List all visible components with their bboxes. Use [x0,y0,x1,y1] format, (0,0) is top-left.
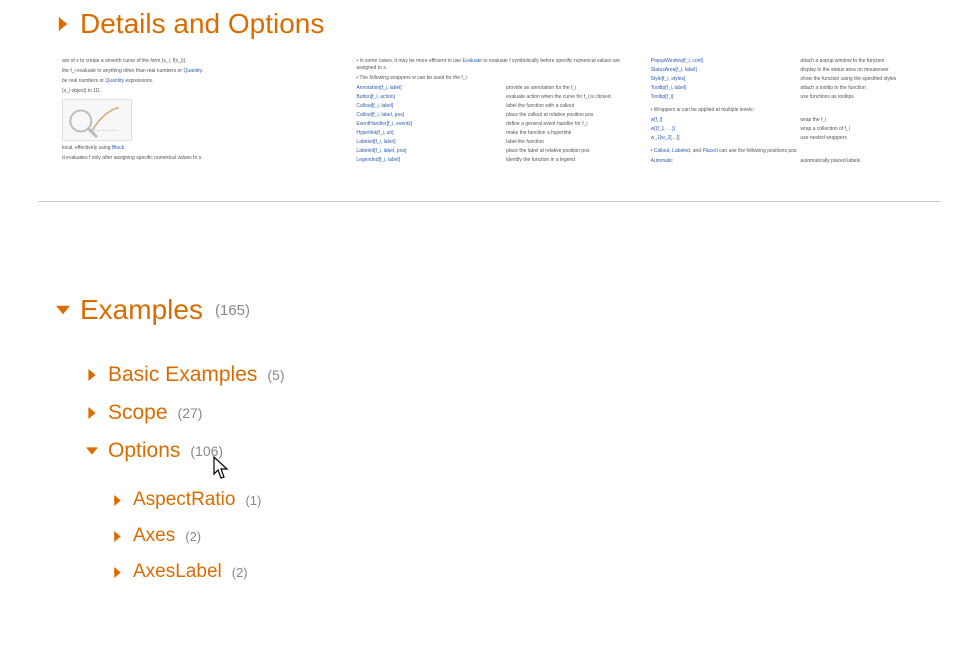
examples-title: Examples [80,294,203,326]
wrapper-row: Style[f_i, styles]show the function usin… [651,76,923,83]
chevron-right-icon [86,369,98,381]
axes-title: Axes [133,525,175,547]
evaluate-link[interactable]: Evaluate [462,58,481,64]
details-col-1: are of s to create a smooth curve of the… [62,58,334,167]
basic-examples-header[interactable]: Basic Examples (5) [0,356,979,394]
details-content-strip: are of s to create a smooth curve of the… [0,48,979,181]
aspectratio-count: (1) [245,493,261,508]
axeslabel-title: AxesLabel [133,561,222,583]
chevron-right-icon [56,17,70,31]
chevron-right-icon [112,495,123,506]
aspectratio-header[interactable]: AspectRatio (1) [0,482,979,518]
detail-text: local, effectively using Block. [62,145,334,152]
scope-header[interactable]: Scope (27) [0,394,979,432]
wrapper-row: Hyperlink[f_i, uri]make the function a h… [356,130,628,137]
wrapper-row: w[f_i]wrap the f_i [651,117,923,124]
wrapper-row: Button[f_i, action]evaluate action when … [356,94,628,101]
aspectratio-title: AspectRatio [133,489,235,511]
details-col-3: PopupWindow[f_i, cont]attach a popup win… [651,58,923,167]
details-options-title: Details and Options [80,8,324,40]
examples-header[interactable]: Examples (165) [0,286,979,334]
wrapper-row: Callout[f_i, label]label the function wi… [356,103,628,110]
wrapper-row: w_1[w_2[…]]use nested wrappers [651,135,923,142]
wrapper-row: PopupWindow[f_i, cont]attach a popup win… [651,58,923,65]
detail-text: d evaluates f only after assigning speci… [62,155,334,162]
detail-text: are of s to create a smooth curve of the… [62,58,334,65]
details-options-header[interactable]: Details and Options [0,0,979,48]
wrapper-row: Tooltip[f_i, label]attach a tooltip to t… [651,85,923,92]
detail-text: • In some cases, it may be more efficien… [356,58,628,72]
wrapper-row: Annotation[f_i, label]provide an annotat… [356,85,628,92]
detail-subhead: • The following wrappers w can be used f… [356,75,628,82]
scope-count: (27) [178,405,203,421]
quantity-link[interactable]: Quantity [105,78,124,84]
detail-text: the f_i evaluate to anything other than … [62,68,334,75]
options-count: (106) [190,443,223,459]
chevron-right-icon [112,531,123,542]
axeslabel-count: (2) [232,565,248,580]
detail-subhead: • Wrappers w can be applied at multiple … [651,107,923,114]
options-title: Options [108,439,180,463]
block-link[interactable]: Block [112,145,124,151]
detail-subhead: • Callout, Labeled, and Placed can use t… [651,148,923,155]
scope-title: Scope [108,401,168,425]
wrapper-row: Labeled[f_i, label]label the function [356,139,628,146]
chevron-down-icon [86,445,98,457]
options-header[interactable]: Options (106) [0,432,979,470]
details-col-2: • In some cases, it may be more efficien… [356,58,628,167]
wrapper-row: w[{f_1, …}]wrap a collection of f_i [651,126,923,133]
mini-plot-thumbnail [62,99,132,141]
section-divider [38,201,941,202]
placed-link[interactable]: Placed [702,148,717,154]
basic-examples-count: (5) [267,367,284,383]
detail-text: be real numbers or Quantity expressions. [62,78,334,85]
axes-header[interactable]: Axes (2) [0,518,979,554]
wrapper-row: StatusArea[f_i, label]display in the sta… [651,67,923,74]
wrapper-row: Legended[f_i, label]identify the functio… [356,157,628,164]
examples-count: (165) [215,302,250,319]
wrapper-row: Automaticautomatically placed labels [651,158,923,165]
axeslabel-header[interactable]: AxesLabel (2) [0,554,979,590]
chevron-down-icon [56,303,70,317]
chevron-right-icon [86,407,98,419]
chevron-right-icon [112,567,123,578]
detail-text: {x_i object} in 1D. [62,88,334,95]
wrapper-row: Callout[f_i, label, pos]place the callou… [356,112,628,119]
wrapper-row: Labeled[f_i, label, pos]place the label … [356,148,628,155]
basic-examples-title: Basic Examples [108,363,257,387]
wrapper-row: EventHandler[f_i, events]define a genera… [356,121,628,128]
axes-count: (2) [185,529,201,544]
wrapper-row: Tooltip[f_i]use functions as tooltips [651,94,923,101]
quantity-link[interactable]: Quantity [183,68,201,74]
